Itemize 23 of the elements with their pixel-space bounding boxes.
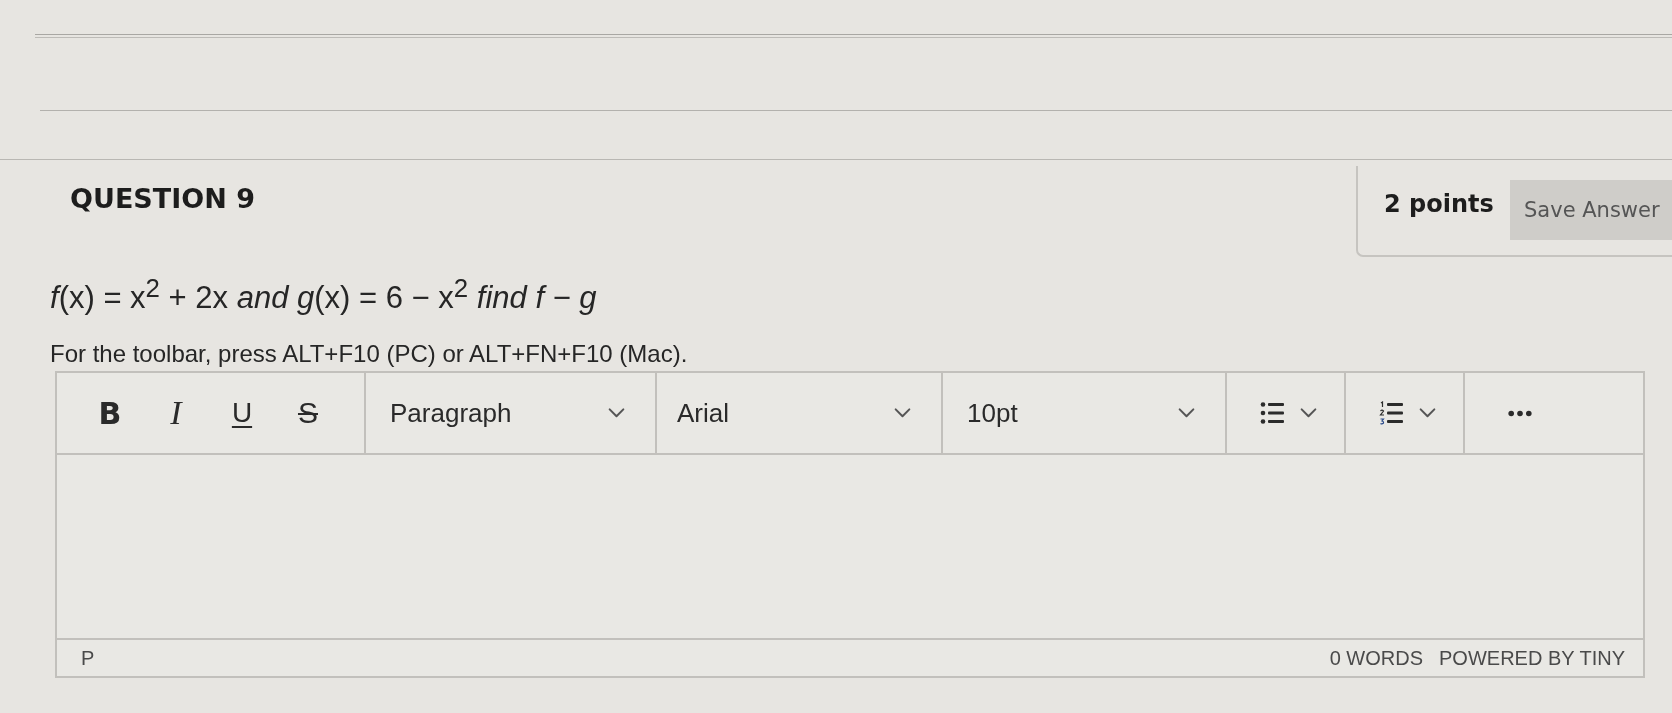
branding-link[interactable]: POWERED BY TINY	[1439, 646, 1625, 670]
toolbar-instructions: For the toolbar, press ALT+F10 (PC) or ALT+FN+F10 (Mac).	[50, 339, 688, 370]
save-answer-button[interactable]: Save Answer	[1510, 180, 1672, 240]
bullet-list-icon	[1260, 401, 1284, 426]
chevron-down-icon	[1178, 408, 1195, 419]
font-size-dropdown[interactable]: 10pt	[943, 373, 1227, 454]
chevron-down-icon	[608, 408, 625, 419]
question-text: f(x) = x$^{2}$ + 2x and g(x) = 6 − x$^{2}$ find f − g	[50, 273, 597, 318]
question-title: QUESTION 9	[70, 182, 255, 216]
strikethrough-button[interactable]: S	[277, 387, 339, 440]
bold-button[interactable]: B	[79, 387, 141, 440]
chevron-down-icon	[1300, 408, 1317, 419]
underline-button[interactable]: U	[211, 387, 273, 440]
chevron-down-icon	[894, 408, 911, 419]
element-path[interactable]: P	[81, 646, 95, 670]
block-format-dropdown[interactable]: Paragraph	[366, 373, 657, 454]
chevron-down-icon	[1419, 408, 1436, 419]
font-family-dropdown[interactable]: Arial	[657, 373, 943, 454]
numbered-list-icon	[1379, 401, 1403, 426]
points-label: 2 points	[1384, 190, 1494, 218]
more-icon	[1508, 409, 1532, 417]
italic-button[interactable]: I	[145, 387, 207, 440]
word-count: 0 WORDS	[1329, 646, 1424, 670]
